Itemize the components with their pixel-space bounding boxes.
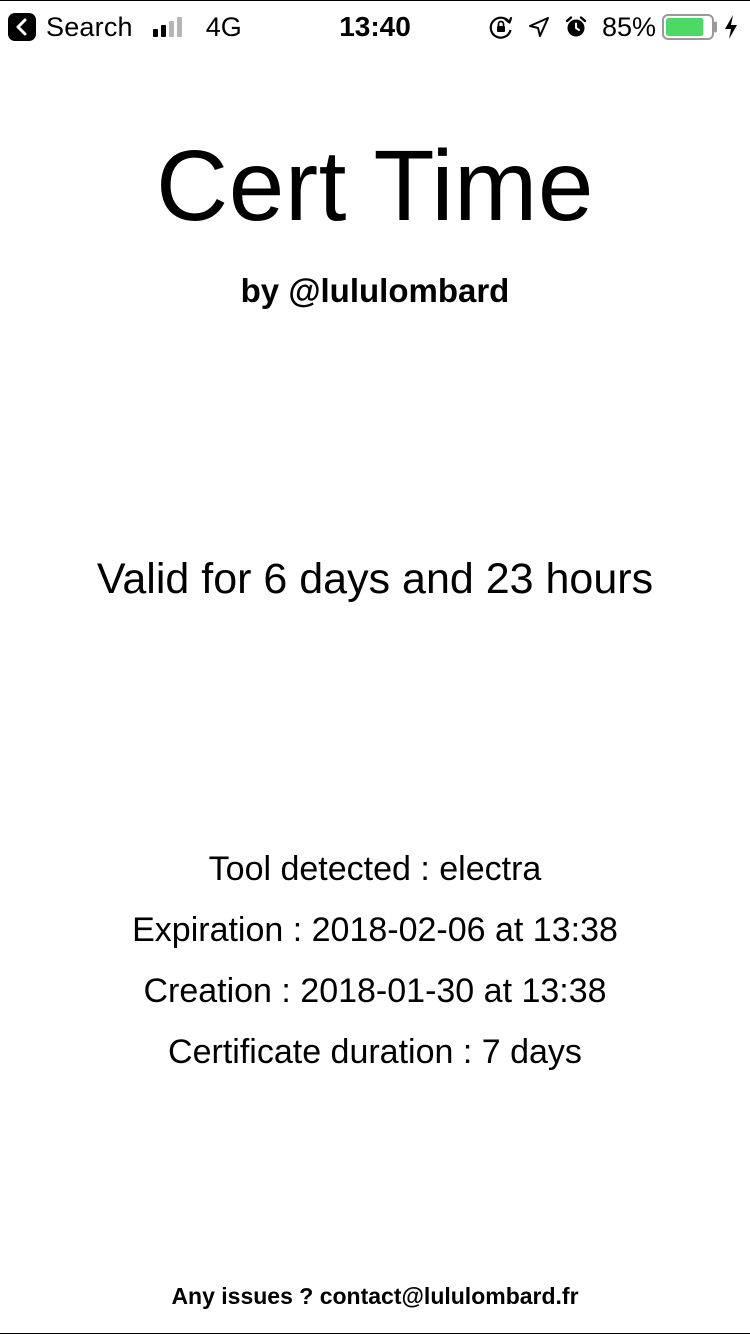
orientation-lock-icon [488, 14, 514, 40]
charging-bolt-icon [724, 14, 738, 40]
expiration-text: Expiration : 2018-02-06 at 13:38 [132, 911, 618, 949]
duration-text: Certificate duration : 7 days [168, 1033, 582, 1071]
creation-text: Creation : 2018-01-30 at 13:38 [143, 972, 607, 1010]
tool-detected-text: Tool detected : electra [208, 850, 542, 888]
location-arrow-icon [528, 16, 550, 38]
back-label[interactable]: Search [46, 12, 133, 43]
status-bar: Search 4G 13:40 85% [0, 1, 750, 51]
battery-icon [662, 13, 720, 41]
contact-footer[interactable]: Any issues ? contact@lululombard.fr [0, 1279, 750, 1313]
battery-percentage: 85% [601, 11, 656, 42]
status-indicators: 85% [474, 11, 738, 43]
network-type: 4G [205, 11, 242, 42]
app-title: Cert Time [156, 130, 594, 242]
alarm-clock-icon [564, 15, 588, 39]
status-time: 13:40 [339, 11, 411, 42]
certificate-details: Tool detected : electra Expiration : 201… [0, 839, 750, 1083]
cellular-signal-icon [152, 17, 182, 37]
app-screen: Search 4G 13:40 85% Cert Time by @lululo… [0, 0, 750, 1334]
back-to-search[interactable]: Search 4G [8, 11, 242, 43]
author-byline: by @lululombard [240, 272, 510, 309]
back-arrow-icon[interactable] [8, 13, 36, 41]
validity-status: Valid for 6 days and 23 hours [96, 555, 654, 603]
